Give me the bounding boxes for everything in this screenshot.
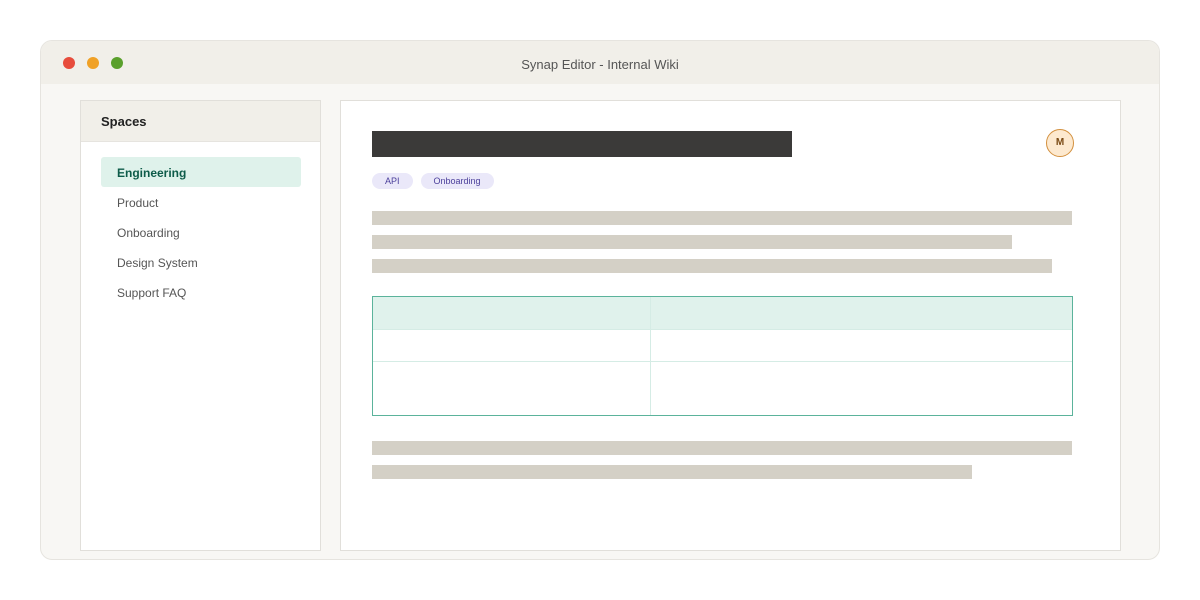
spaces-sidebar: Spaces Engineering Product Onboarding De… xyxy=(80,100,321,551)
text-line-placeholder xyxy=(372,465,972,479)
document-table[interactable] xyxy=(372,296,1073,416)
table-row xyxy=(373,329,1072,362)
window-title: Synap Editor - Internal Wiki xyxy=(521,57,679,72)
table-row xyxy=(373,361,1072,416)
text-line-placeholder xyxy=(372,211,1072,225)
sidebar-item-onboarding[interactable]: Onboarding xyxy=(101,217,301,247)
sidebar-item-engineering[interactable]: Engineering xyxy=(101,157,301,187)
tag-list: API Onboarding xyxy=(372,173,494,189)
app-window: Synap Editor - Internal Wiki Spaces Engi… xyxy=(40,40,1160,560)
sidebar-item-label: Onboarding xyxy=(117,226,180,240)
title-bar: Synap Editor - Internal Wiki xyxy=(41,41,1159,84)
sidebar-item-design-system[interactable]: Design System xyxy=(101,247,301,277)
sidebar-list: Engineering Product Onboarding Design Sy… xyxy=(101,157,301,307)
sidebar-item-label: Engineering xyxy=(117,166,187,180)
text-line-placeholder xyxy=(372,235,1012,249)
tag-onboarding[interactable]: Onboarding xyxy=(420,173,494,189)
table-header-row xyxy=(373,297,1072,329)
sidebar-header: Spaces xyxy=(81,101,320,142)
tag-api[interactable]: API xyxy=(372,173,413,189)
sidebar-item-label: Product xyxy=(117,196,159,210)
document-title-placeholder[interactable] xyxy=(372,131,792,157)
sidebar-item-label: Design System xyxy=(117,256,198,270)
text-line-placeholder xyxy=(372,441,1072,455)
user-avatar[interactable]: M xyxy=(1046,129,1074,157)
text-line-placeholder xyxy=(372,259,1052,273)
sidebar-item-support-faq[interactable]: Support FAQ xyxy=(101,277,301,307)
sidebar-title: Spaces xyxy=(101,114,147,129)
document-editor[interactable]: M API Onboarding xyxy=(340,100,1121,551)
table-column-divider xyxy=(650,297,651,415)
sidebar-item-label: Support FAQ xyxy=(117,286,187,300)
sidebar-item-product[interactable]: Product xyxy=(101,187,301,217)
